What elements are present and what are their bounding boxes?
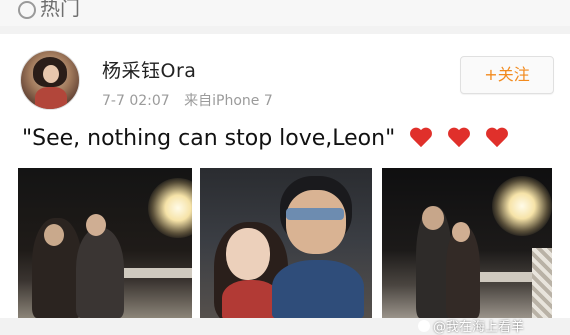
follow-button[interactable]: +关注 xyxy=(460,56,554,94)
avatar[interactable] xyxy=(20,50,80,110)
post-photo-3[interactable] xyxy=(382,168,552,318)
red-heart-icon xyxy=(410,128,432,148)
watermark-icon xyxy=(418,320,430,332)
top-strip: 热门 xyxy=(0,0,570,26)
post-time: 7-7 02:07 xyxy=(102,93,170,109)
post-photo-1[interactable] xyxy=(18,168,192,318)
post-meta: 7-7 02:07 来自iPhone 7 xyxy=(102,90,273,110)
post-photo-2[interactable] xyxy=(200,168,372,318)
red-heart-icon xyxy=(448,128,470,148)
username[interactable]: 杨采钰Ora xyxy=(102,56,196,83)
post-text: "See, nothing can stop love,Leon" xyxy=(22,126,396,151)
post-source: 来自iPhone 7 xyxy=(184,93,273,109)
hot-tag-label: 热门 xyxy=(40,0,80,20)
hearts xyxy=(410,126,517,151)
hot-tag[interactable]: 热门 xyxy=(18,0,80,21)
watermark-text: @我在海上看羊 xyxy=(433,320,525,335)
post-text-row: "See, nothing can stop love,Leon" xyxy=(22,126,517,151)
red-heart-icon xyxy=(486,128,508,148)
weibo-post-card: 杨采钰Ora 7-7 02:07 来自iPhone 7 +关注 "See, no… xyxy=(0,34,570,335)
watermark: @我在海上看羊 xyxy=(418,316,524,335)
hot-icon xyxy=(18,0,36,19)
